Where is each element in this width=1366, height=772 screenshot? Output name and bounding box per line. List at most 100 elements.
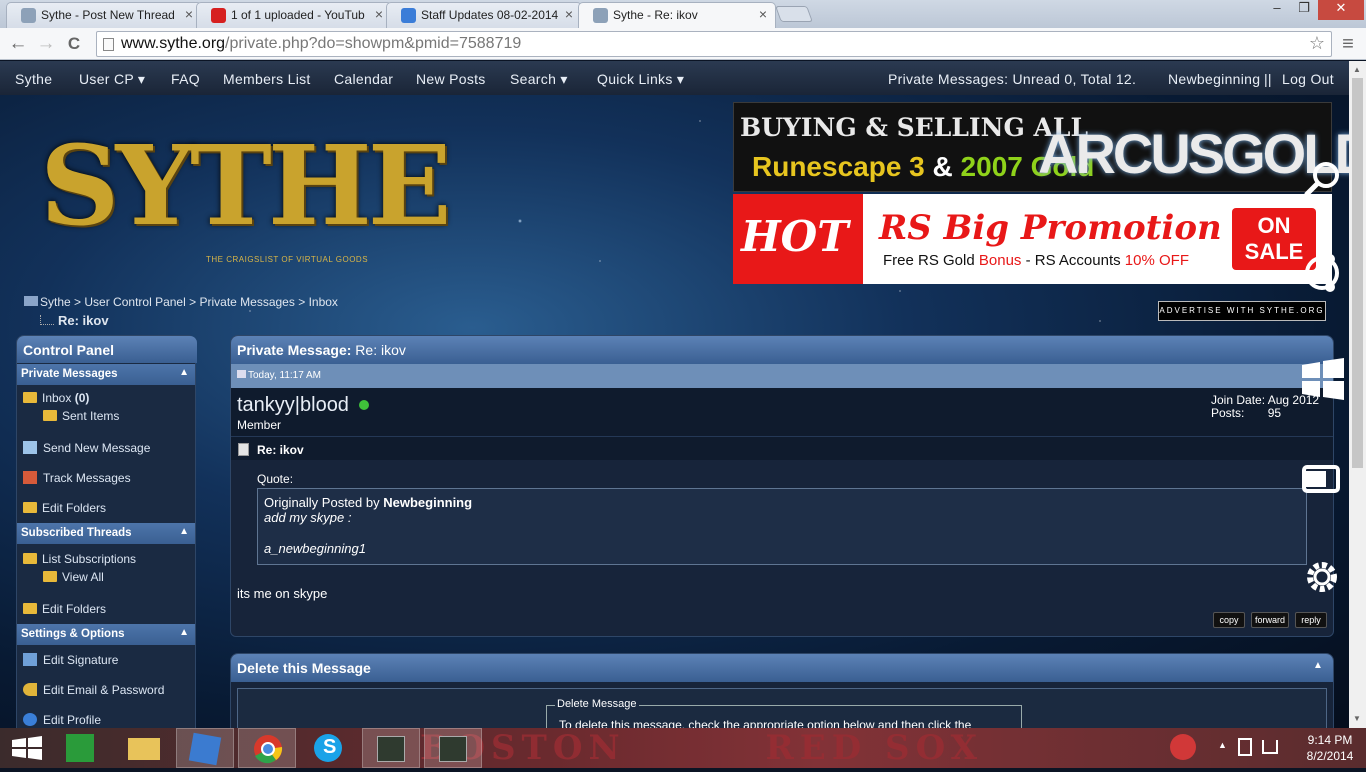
close-icon[interactable]: × — [185, 6, 193, 22]
devices-charm-icon[interactable] — [1300, 457, 1344, 501]
tab-youtube-upload[interactable]: 1 of 1 uploaded - YouTub × — [196, 2, 392, 28]
scroll-up-icon[interactable]: ▲ — [1353, 65, 1361, 74]
close-icon[interactable]: × — [759, 6, 767, 22]
sidebar-item-label: Edit Email & Password — [43, 683, 165, 697]
logout-link[interactable]: Log Out — [1282, 71, 1334, 87]
reload-button[interactable]: C — [62, 32, 86, 56]
network-icon[interactable] — [1262, 740, 1278, 754]
nav-calendar[interactable]: Calendar — [334, 71, 393, 87]
reply-button[interactable]: reply — [1295, 612, 1327, 628]
battery-icon[interactable] — [1238, 738, 1252, 756]
new-tab-button[interactable] — [775, 6, 813, 22]
nav-quick-links[interactable]: Quick Links ▾ — [597, 71, 684, 88]
sidebar-item-list-subscriptions[interactable]: List Subscriptions — [23, 552, 136, 566]
close-icon[interactable]: × — [375, 6, 383, 22]
arcusgold-ad-banner[interactable]: BUYING & SELLING ALL Runescape 3 & 2007 … — [733, 102, 1349, 192]
store-icon[interactable] — [58, 728, 116, 768]
pm-status[interactable]: Private Messages: Unread 0, Total 12. — [888, 71, 1136, 87]
nav-sythe[interactable]: Sythe — [15, 71, 52, 87]
sidebar-item-edit-folders[interactable]: Edit Folders — [23, 501, 106, 515]
inbox-count: (0) — [74, 391, 90, 405]
app-icon-2[interactable] — [424, 728, 482, 768]
crumb-private-messages[interactable]: Private Messages — [199, 295, 294, 309]
nav-members-list[interactable]: Members List — [223, 71, 311, 87]
crumb-user-cp[interactable]: User Control Panel — [84, 295, 185, 309]
sidebar-item-view-all[interactable]: View All — [43, 570, 104, 584]
start-button[interactable] — [0, 728, 58, 768]
close-icon[interactable]: × — [565, 6, 573, 22]
tab-label: Staff Updates 08-02-2014 — [421, 8, 559, 22]
nav-user-cp[interactable]: User CP ▾ — [79, 71, 145, 88]
delete-title: Delete this Message — [237, 660, 371, 676]
section-subscribed-threads[interactable]: Subscribed Threads ▲ — [17, 523, 195, 544]
page-title: Re: ikov — [40, 313, 109, 328]
file-explorer-icon[interactable] — [116, 728, 174, 768]
sidebar-item-sent-items[interactable]: Sent Items — [43, 409, 119, 423]
section-private-messages[interactable]: Private Messages ▲ — [17, 364, 195, 385]
tray-expand-icon[interactable]: ▲ — [1218, 740, 1227, 750]
scroll-down-icon[interactable]: ▼ — [1353, 714, 1361, 723]
tab-sythe-re-ikov[interactable]: Sythe - Re: ikov × — [578, 2, 776, 28]
forward-message-button[interactable]: forward — [1251, 612, 1289, 628]
sidebar-item-edit-folders-subs[interactable]: Edit Folders — [23, 602, 106, 616]
key-icon — [23, 683, 37, 696]
nav-search[interactable]: Search ▾ — [510, 71, 568, 88]
sidebar-item-edit-profile[interactable]: Edit Profile — [23, 713, 101, 727]
start-charm-icon[interactable] — [1300, 357, 1344, 401]
app-icon-1[interactable] — [362, 728, 420, 768]
sidebar-item-inbox[interactable]: Inbox (0) — [23, 391, 89, 405]
sidebar-item-label: Edit Folders — [42, 501, 107, 515]
forward-button[interactable]: → — [34, 32, 58, 56]
skype-icon[interactable]: S — [300, 728, 358, 768]
scrollbar-thumb[interactable] — [1352, 78, 1363, 468]
crumb-sythe[interactable]: Sythe — [40, 295, 71, 309]
sidebar-item-label: Inbox — [42, 391, 72, 405]
sidebar-item-edit-email-password[interactable]: Edit Email & Password — [23, 683, 164, 697]
page-icon — [103, 38, 114, 51]
private-message-panel: Private Message: Re: ikov Today, 11:17 A… — [230, 335, 1334, 637]
username-link[interactable]: Newbeginning — [1168, 71, 1260, 87]
tray-app-icon[interactable] — [1162, 728, 1206, 768]
bookmark-star-icon[interactable]: ☆ — [1309, 33, 1325, 54]
back-button[interactable]: ← — [6, 32, 30, 56]
tab-staff-updates[interactable]: Staff Updates 08-02-2014 × — [386, 2, 582, 28]
address-bar[interactable]: www.sythe.org/private.php?do=showpm&pmid… — [96, 31, 1332, 57]
close-window-button[interactable]: ✕ — [1318, 0, 1364, 20]
ad-headline: BUYING & SELLING ALL — [740, 113, 1089, 142]
collapse-icon[interactable]: ▲ — [179, 627, 189, 638]
settings-charm-icon[interactable] — [1300, 555, 1344, 599]
sythe-logo[interactable]: SYTHE — [40, 121, 452, 251]
copy-button[interactable]: copy — [1213, 612, 1245, 628]
nav-new-posts[interactable]: New Posts — [416, 71, 486, 87]
url-host: www.sythe.org — [121, 35, 226, 52]
sidebar-item-track-messages[interactable]: Track Messages — [23, 471, 131, 485]
delete-message-panel: Delete this Message ▲ Delete Message To … — [230, 653, 1334, 728]
collapse-icon[interactable]: ▲ — [1313, 660, 1323, 671]
tab-label: Sythe - Re: ikov — [613, 8, 698, 22]
tab-sythe-post-new-thread[interactable]: Sythe - Post New Thread × — [6, 2, 202, 28]
ad-promo-sub: Free RS Gold Bonus - RS Accounts 10% OFF — [883, 252, 1189, 269]
sidebar-item-edit-signature[interactable]: Edit Signature — [23, 653, 118, 667]
advertise-link[interactable]: ADVERTISE WITH SYTHE.ORG — [1158, 301, 1326, 321]
collapse-icon[interactable]: ▲ — [179, 367, 189, 378]
nav-separator: || — [1264, 71, 1272, 87]
crumb-sep: > — [74, 295, 82, 309]
menu-icon[interactable]: ≡ — [1336, 32, 1360, 56]
rs-promotion-ad-banner[interactable]: HOT RS Big Promotion Free RS Gold Bonus … — [733, 194, 1332, 284]
system-clock[interactable]: 9:14 PM 8/2/2014 — [1300, 732, 1360, 764]
sender-name[interactable]: tankyy|blood — [237, 394, 349, 416]
chrome-icon[interactable] — [238, 728, 296, 768]
folder-icon — [23, 553, 37, 564]
collapse-icon[interactable]: ▲ — [179, 526, 189, 537]
paint-app-icon[interactable] — [176, 728, 234, 768]
restore-button[interactable]: ❐ — [1290, 0, 1318, 20]
sidebar-item-send-new-message[interactable]: Send New Message — [23, 441, 150, 455]
share-charm-icon[interactable] — [1300, 251, 1344, 295]
delete-legend: Delete Message — [555, 698, 639, 710]
crumb-inbox[interactable]: Inbox — [309, 295, 338, 309]
nav-faq[interactable]: FAQ — [171, 71, 200, 87]
minimize-button[interactable]: – — [1262, 0, 1292, 20]
section-settings-options[interactable]: Settings & Options ▲ — [17, 624, 195, 645]
search-charm-icon[interactable] — [1300, 159, 1344, 203]
sender-username[interactable]: tankyy|blood — [237, 394, 369, 417]
